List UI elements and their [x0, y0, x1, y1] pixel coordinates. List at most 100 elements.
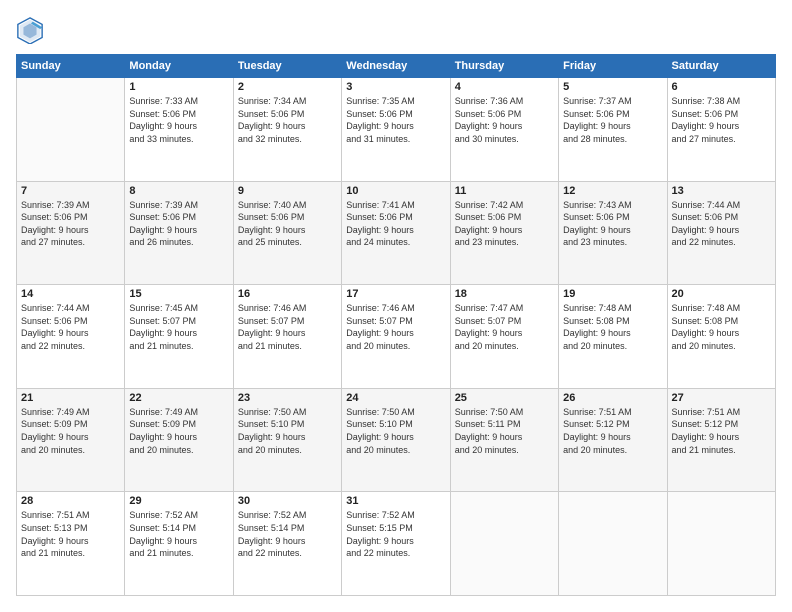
day-info: Sunrise: 7:34 AM Sunset: 5:06 PM Dayligh…	[238, 95, 337, 145]
week-row-1: 1 Sunrise: 7:33 AM Sunset: 5:06 PM Daylig…	[17, 78, 776, 182]
day-info: Sunrise: 7:44 AM Sunset: 5:06 PM Dayligh…	[672, 199, 771, 249]
day-info: Sunrise: 7:50 AM Sunset: 5:10 PM Dayligh…	[238, 406, 337, 456]
day-header-friday: Friday	[559, 55, 667, 78]
calendar-cell: 3 Sunrise: 7:35 AM Sunset: 5:06 PM Daylig…	[342, 78, 450, 182]
calendar-cell: 30 Sunrise: 7:52 AM Sunset: 5:14 PM Dayli…	[233, 492, 341, 596]
day-info: Sunrise: 7:51 AM Sunset: 5:12 PM Dayligh…	[563, 406, 662, 456]
day-number: 31	[346, 495, 445, 507]
calendar-cell: 31Sunrise: 7:52 AM Sunset: 5:15 PM Dayli…	[342, 492, 450, 596]
calendar-cell: 5 Sunrise: 7:37 AM Sunset: 5:06 PM Daylig…	[559, 78, 667, 182]
day-number: 23	[238, 392, 337, 404]
calendar-cell: 21 Sunrise: 7:49 AM Sunset: 5:09 PM Dayli…	[17, 388, 125, 492]
day-info: Sunrise: 7:41 AM Sunset: 5:06 PM Dayligh…	[346, 199, 445, 249]
calendar-cell: 25 Sunrise: 7:50 AM Sunset: 5:11 PM Dayli…	[450, 388, 558, 492]
calendar-cell: 29 Sunrise: 7:52 AM Sunset: 5:14 PM Dayli…	[125, 492, 233, 596]
day-number: 20	[672, 288, 771, 300]
day-header-tuesday: Tuesday	[233, 55, 341, 78]
day-number: 25	[455, 392, 554, 404]
day-number: 8	[129, 185, 228, 197]
calendar-cell	[667, 492, 775, 596]
day-info: Sunrise: 7:40 AM Sunset: 5:06 PM Dayligh…	[238, 199, 337, 249]
day-number: 11	[455, 185, 554, 197]
calendar-cell	[450, 492, 558, 596]
day-number: 14	[21, 288, 120, 300]
calendar-cell: 23 Sunrise: 7:50 AM Sunset: 5:10 PM Dayli…	[233, 388, 341, 492]
week-row-4: 21 Sunrise: 7:49 AM Sunset: 5:09 PM Dayli…	[17, 388, 776, 492]
calendar-cell: 2 Sunrise: 7:34 AM Sunset: 5:06 PM Daylig…	[233, 78, 341, 182]
week-row-2: 7 Sunrise: 7:39 AM Sunset: 5:06 PM Daylig…	[17, 181, 776, 285]
day-info: Sunrise: 7:37 AM Sunset: 5:06 PM Dayligh…	[563, 95, 662, 145]
day-info: Sunrise: 7:42 AM Sunset: 5:06 PM Dayligh…	[455, 199, 554, 249]
day-info: Sunrise: 7:52 AM Sunset: 5:14 PM Dayligh…	[238, 509, 337, 559]
calendar-cell: 28 Sunrise: 7:51 AM Sunset: 5:13 PM Dayli…	[17, 492, 125, 596]
day-info: Sunrise: 7:50 AM Sunset: 5:11 PM Dayligh…	[455, 406, 554, 456]
calendar-cell: 20 Sunrise: 7:48 AM Sunset: 5:08 PM Dayli…	[667, 285, 775, 389]
calendar-cell: 14 Sunrise: 7:44 AM Sunset: 5:06 PM Dayli…	[17, 285, 125, 389]
calendar-cell: 17 Sunrise: 7:46 AM Sunset: 5:07 PM Dayli…	[342, 285, 450, 389]
day-info: Sunrise: 7:39 AM Sunset: 5:06 PM Dayligh…	[129, 199, 228, 249]
calendar-cell	[559, 492, 667, 596]
calendar-cell: 11 Sunrise: 7:42 AM Sunset: 5:06 PM Dayli…	[450, 181, 558, 285]
calendar-cell: 19Sunrise: 7:48 AM Sunset: 5:08 PM Dayli…	[559, 285, 667, 389]
calendar-cell: 15Sunrise: 7:45 AM Sunset: 5:07 PM Dayli…	[125, 285, 233, 389]
day-number: 10	[346, 185, 445, 197]
day-info: Sunrise: 7:51 AM Sunset: 5:12 PM Dayligh…	[672, 406, 771, 456]
day-info: Sunrise: 7:48 AM Sunset: 5:08 PM Dayligh…	[672, 302, 771, 352]
day-number: 27	[672, 392, 771, 404]
calendar-cell: 7 Sunrise: 7:39 AM Sunset: 5:06 PM Daylig…	[17, 181, 125, 285]
header-row: SundayMondayTuesdayWednesdayThursdayFrid…	[17, 55, 776, 78]
header	[16, 16, 776, 44]
day-number: 22	[129, 392, 228, 404]
day-number: 5	[563, 81, 662, 93]
calendar-cell: 24Sunrise: 7:50 AM Sunset: 5:10 PM Dayli…	[342, 388, 450, 492]
day-number: 21	[21, 392, 120, 404]
day-number: 7	[21, 185, 120, 197]
calendar-cell: 27 Sunrise: 7:51 AM Sunset: 5:12 PM Dayli…	[667, 388, 775, 492]
day-info: Sunrise: 7:43 AM Sunset: 5:06 PM Dayligh…	[563, 199, 662, 249]
day-info: Sunrise: 7:47 AM Sunset: 5:07 PM Dayligh…	[455, 302, 554, 352]
day-number: 13	[672, 185, 771, 197]
calendar-cell: 18 Sunrise: 7:47 AM Sunset: 5:07 PM Dayli…	[450, 285, 558, 389]
week-row-3: 14 Sunrise: 7:44 AM Sunset: 5:06 PM Dayli…	[17, 285, 776, 389]
day-header-wednesday: Wednesday	[342, 55, 450, 78]
day-info: Sunrise: 7:36 AM Sunset: 5:06 PM Dayligh…	[455, 95, 554, 145]
calendar-cell: 1 Sunrise: 7:33 AM Sunset: 5:06 PM Daylig…	[125, 78, 233, 182]
day-number: 6	[672, 81, 771, 93]
calendar-cell: 9 Sunrise: 7:40 AM Sunset: 5:06 PM Daylig…	[233, 181, 341, 285]
day-header-saturday: Saturday	[667, 55, 775, 78]
day-info: Sunrise: 7:39 AM Sunset: 5:06 PM Dayligh…	[21, 199, 120, 249]
day-number: 4	[455, 81, 554, 93]
day-number: 18	[455, 288, 554, 300]
day-number: 12	[563, 185, 662, 197]
calendar-cell: 4 Sunrise: 7:36 AM Sunset: 5:06 PM Daylig…	[450, 78, 558, 182]
calendar-cell: 8 Sunrise: 7:39 AM Sunset: 5:06 PM Daylig…	[125, 181, 233, 285]
logo	[16, 16, 48, 44]
week-row-5: 28 Sunrise: 7:51 AM Sunset: 5:13 PM Dayli…	[17, 492, 776, 596]
calendar-cell: 6 Sunrise: 7:38 AM Sunset: 5:06 PM Daylig…	[667, 78, 775, 182]
calendar-cell: 16Sunrise: 7:46 AM Sunset: 5:07 PM Dayli…	[233, 285, 341, 389]
day-info: Sunrise: 7:38 AM Sunset: 5:06 PM Dayligh…	[672, 95, 771, 145]
day-header-sunday: Sunday	[17, 55, 125, 78]
day-number: 2	[238, 81, 337, 93]
day-info: Sunrise: 7:46 AM Sunset: 5:07 PM Dayligh…	[346, 302, 445, 352]
day-number: 17	[346, 288, 445, 300]
day-info: Sunrise: 7:45 AM Sunset: 5:07 PM Dayligh…	[129, 302, 228, 352]
day-header-monday: Monday	[125, 55, 233, 78]
calendar-cell: 13 Sunrise: 7:44 AM Sunset: 5:06 PM Dayli…	[667, 181, 775, 285]
day-number: 16	[238, 288, 337, 300]
day-number: 30	[238, 495, 337, 507]
day-info: Sunrise: 7:35 AM Sunset: 5:06 PM Dayligh…	[346, 95, 445, 145]
day-number: 9	[238, 185, 337, 197]
day-info: Sunrise: 7:44 AM Sunset: 5:06 PM Dayligh…	[21, 302, 120, 352]
day-info: Sunrise: 7:49 AM Sunset: 5:09 PM Dayligh…	[21, 406, 120, 456]
day-info: Sunrise: 7:52 AM Sunset: 5:14 PM Dayligh…	[129, 509, 228, 559]
calendar-cell: 10 Sunrise: 7:41 AM Sunset: 5:06 PM Dayli…	[342, 181, 450, 285]
day-info: Sunrise: 7:49 AM Sunset: 5:09 PM Dayligh…	[129, 406, 228, 456]
calendar-cell	[17, 78, 125, 182]
day-number: 3	[346, 81, 445, 93]
day-info: Sunrise: 7:51 AM Sunset: 5:13 PM Dayligh…	[21, 509, 120, 559]
day-number: 28	[21, 495, 120, 507]
day-number: 29	[129, 495, 228, 507]
day-number: 1	[129, 81, 228, 93]
day-info: Sunrise: 7:33 AM Sunset: 5:06 PM Dayligh…	[129, 95, 228, 145]
